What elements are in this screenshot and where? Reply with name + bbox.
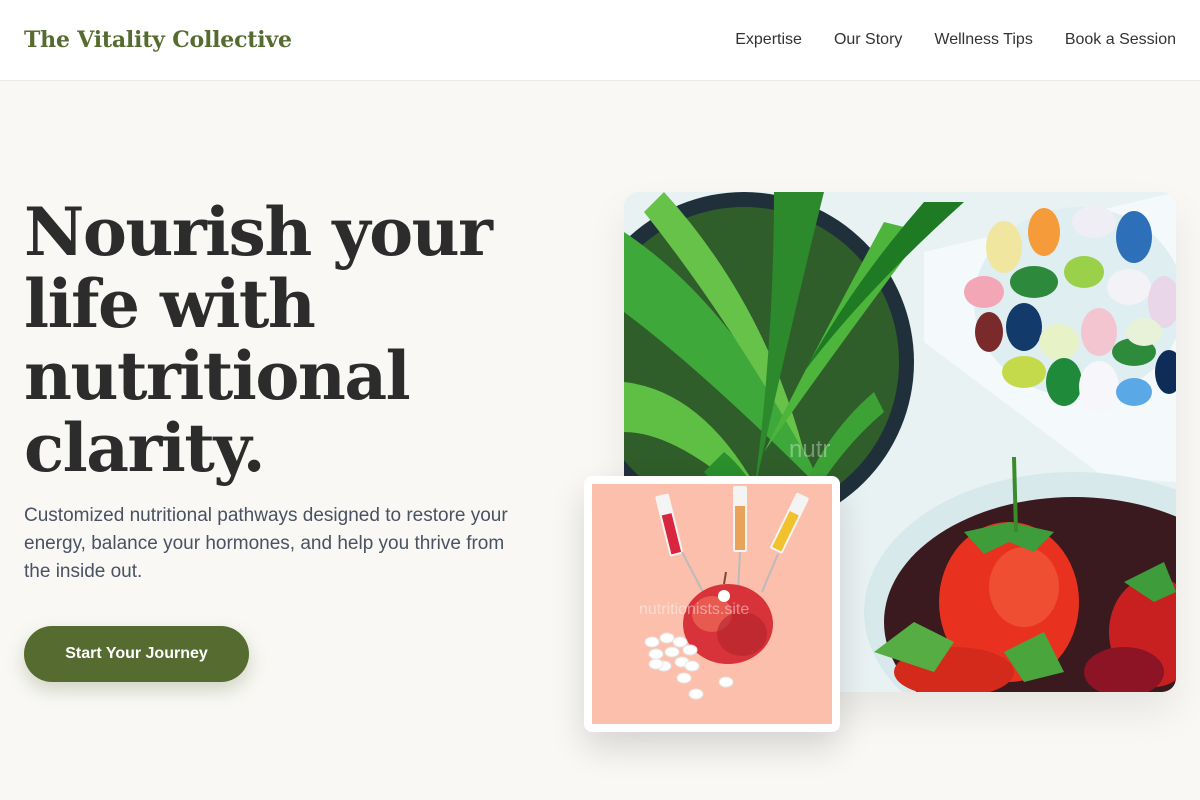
main-nav: Expertise Our Story Wellness Tips Book a… bbox=[735, 31, 1176, 49]
brand-logo[interactable]: The Vitality Collective bbox=[24, 27, 292, 53]
apple-syringes-pills-photo: nutritionists.site bbox=[592, 484, 832, 724]
image-watermark: nutritionists.site bbox=[639, 601, 749, 618]
nav-link-our-story[interactable]: Our Story bbox=[834, 31, 902, 49]
start-journey-button[interactable]: Start Your Journey bbox=[24, 626, 249, 682]
hero-secondary-image: nutritionists.site bbox=[592, 484, 832, 724]
site-header: The Vitality Collective Expertise Our St… bbox=[0, 0, 1200, 81]
nav-link-wellness-tips[interactable]: Wellness Tips bbox=[934, 31, 1032, 49]
hero-secondary-image-card: nutritionists.site bbox=[584, 476, 840, 732]
nav-link-book-session[interactable]: Book a Session bbox=[1065, 31, 1176, 49]
nav-link-expertise[interactable]: Expertise bbox=[735, 31, 802, 49]
hero-headline: Nourish your life with nutritional clari… bbox=[24, 193, 493, 487]
hero-content: Nourish your life with nutritional clari… bbox=[24, 196, 584, 682]
hero-subtext: Customized nutritional pathways designed… bbox=[24, 505, 508, 582]
image-watermark: nutr bbox=[789, 436, 830, 463]
